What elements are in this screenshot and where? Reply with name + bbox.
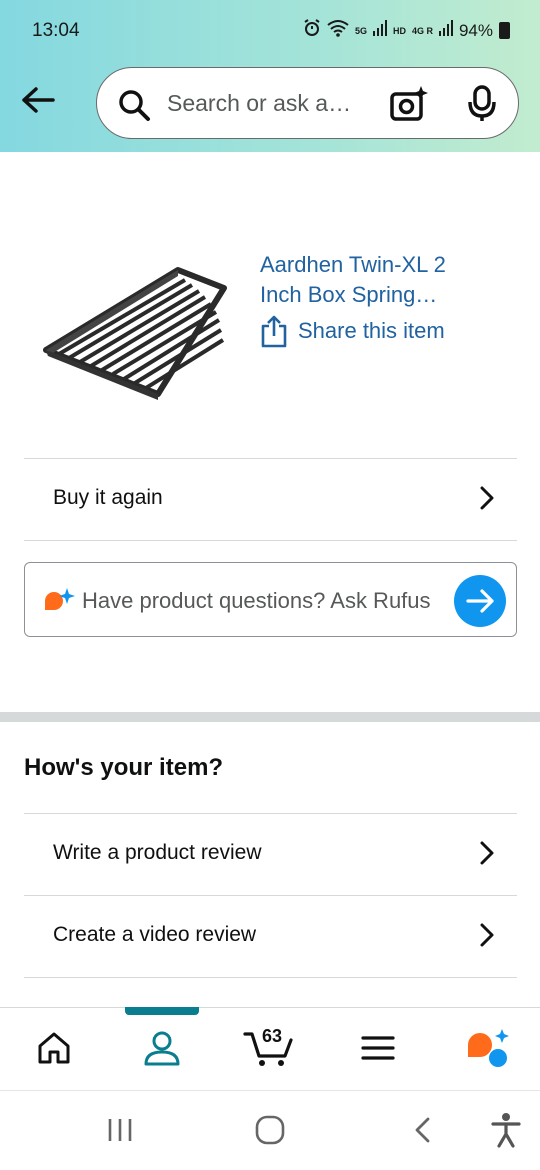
chevron-right-icon (480, 923, 494, 947)
battery-icon (499, 22, 510, 39)
nav-account[interactable] (135, 1020, 189, 1076)
product-image[interactable] (40, 262, 230, 402)
nav-menu[interactable] (352, 1020, 404, 1076)
product-title-link[interactable]: Aardhen Twin-XL 2 Inch Box Spring… (260, 250, 510, 310)
status-icons: 5G HD 4G R 94% (303, 19, 510, 42)
recent-apps-icon (108, 1119, 132, 1141)
arrow-right-icon (466, 589, 494, 613)
hd-label: HD (392, 25, 406, 36)
battery-percent: 94% (458, 20, 493, 40)
home-circle-icon (255, 1115, 285, 1145)
buy-again-row[interactable]: Buy it again (24, 458, 517, 538)
chevron-right-icon (480, 841, 494, 865)
search-icon (117, 88, 151, 127)
recent-apps-button[interactable] (100, 1110, 140, 1150)
home-icon (38, 1032, 70, 1064)
rufus-question-box[interactable]: Have product questions? Ask Rufus (24, 562, 517, 637)
search-bar[interactable]: Search or ask a… (96, 67, 519, 139)
camera-search-icon[interactable] (389, 85, 429, 128)
section-separator (0, 712, 540, 722)
status-time: 13:04 (32, 20, 80, 41)
wifi-icon (327, 19, 349, 42)
divider (24, 977, 517, 978)
person-icon (144, 1031, 180, 1066)
network-4g-label: 4G R (411, 25, 433, 36)
video-review-label: Create a video review (53, 923, 257, 946)
accessibility-icon (491, 1113, 521, 1148)
hamburger-menu-icon (361, 1036, 395, 1060)
share-label: Share this item (298, 318, 445, 343)
share-icon (261, 315, 287, 348)
signal-icon (372, 20, 387, 41)
chevron-right-icon (480, 486, 494, 510)
rufus-icon (43, 587, 75, 618)
arrow-left-icon (22, 87, 55, 113)
divider (24, 540, 517, 541)
microphone-icon[interactable] (467, 85, 497, 128)
active-tab-indicator (125, 1007, 199, 1015)
share-button[interactable]: Share this item (260, 314, 445, 348)
accessibility-button[interactable] (486, 1110, 526, 1150)
chevron-left-icon (415, 1117, 430, 1143)
signal-icon-2 (438, 20, 453, 41)
search-input[interactable]: Search or ask a… (167, 90, 351, 117)
cart-count-badge: 63 (262, 1026, 283, 1046)
alarm-icon (303, 19, 321, 42)
write-review-row[interactable]: Write a product review (24, 813, 517, 893)
product-title-line1: Aardhen Twin-XL 2 (260, 252, 446, 277)
video-review-row[interactable]: Create a video review (24, 895, 517, 975)
nav-home[interactable] (28, 1020, 80, 1076)
section-title: How's your item? (24, 754, 224, 781)
rufus-send-button[interactable] (454, 575, 506, 627)
rufus-nav-icon (468, 1029, 509, 1067)
nav-rufus[interactable] (458, 1020, 514, 1076)
network-5g-label: 5G (354, 25, 367, 36)
back-system-button[interactable] (402, 1110, 442, 1150)
rufus-input[interactable]: Have product questions? Ask Rufus (82, 588, 452, 614)
status-bar: 13:04 5G HD 4G R 94% (0, 0, 540, 62)
write-review-label: Write a product review (53, 841, 262, 864)
buy-again-label: Buy it again (53, 486, 163, 509)
back-button[interactable] (18, 80, 58, 120)
home-system-button[interactable] (250, 1110, 290, 1150)
product-title-line2: Inch Box Spring… (260, 282, 438, 307)
